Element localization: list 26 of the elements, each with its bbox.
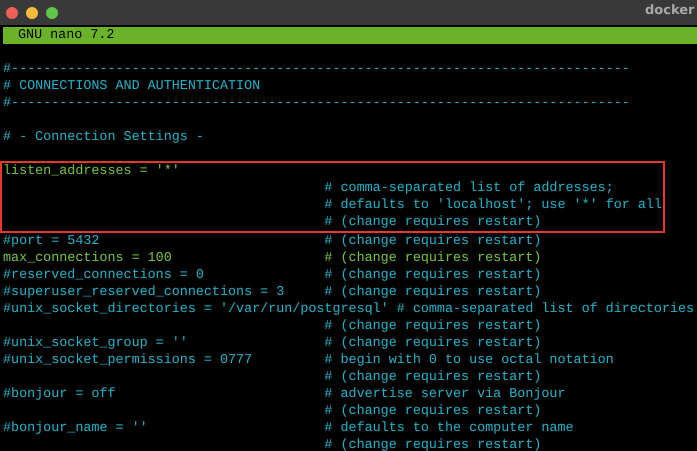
minimize-button[interactable] bbox=[26, 6, 38, 18]
close-button[interactable] bbox=[6, 6, 18, 18]
editor-header: GNU nano 7.2 bbox=[3, 27, 697, 44]
code-line: #unix_socket_group = '' # (change requires restart) bbox=[3, 335, 542, 352]
code-line: listen_addresses = '*' bbox=[3, 163, 181, 180]
code-line: #----------------------------------------------------------------------------- bbox=[3, 61, 631, 78]
window-title: docker bbox=[645, 3, 694, 18]
code-line: # (change requires restart) bbox=[323, 403, 542, 420]
zoom-button[interactable] bbox=[46, 6, 58, 18]
code-line: # (change requires restart) bbox=[323, 369, 542, 386]
code-line: #----------------------------------------------------------------------------- bbox=[3, 95, 631, 112]
code-line: #superuser_reserved_connections = 3 # (change requires restart) bbox=[3, 284, 542, 301]
code-line: # comma-separated list of addresses; bbox=[323, 180, 615, 197]
code-line: # (change requires restart) bbox=[323, 214, 542, 231]
code-line: #bonjour = off # advertise server via Bonjour bbox=[3, 386, 566, 403]
code-line: max_connections = 100 # (change requires restart) bbox=[3, 250, 542, 267]
code-line: #port = 5432 # (change requires restart) bbox=[3, 233, 542, 250]
code-line: # defaults to 'localhost'; use '*' for all bbox=[323, 197, 663, 214]
code-line: # - Connection Settings - bbox=[3, 129, 205, 146]
code-line: #unix_socket_directories = '/var/run/postgresql' # comma-separated list of directories bbox=[3, 301, 696, 318]
code-line: # (change requires restart) bbox=[323, 437, 542, 451]
code-line: #bonjour_name = '' # defaults to the computer name bbox=[3, 420, 575, 437]
code-line: # CONNECTIONS AND AUTHENTICATION bbox=[3, 78, 262, 95]
code-line: # (change requires restart) bbox=[323, 318, 542, 335]
code-line: #unix_socket_permissions = 0777 # begin with 0 to use octal notation bbox=[3, 352, 615, 369]
code-line: #reserved_connections = 0 # (change requires restart) bbox=[3, 267, 542, 284]
